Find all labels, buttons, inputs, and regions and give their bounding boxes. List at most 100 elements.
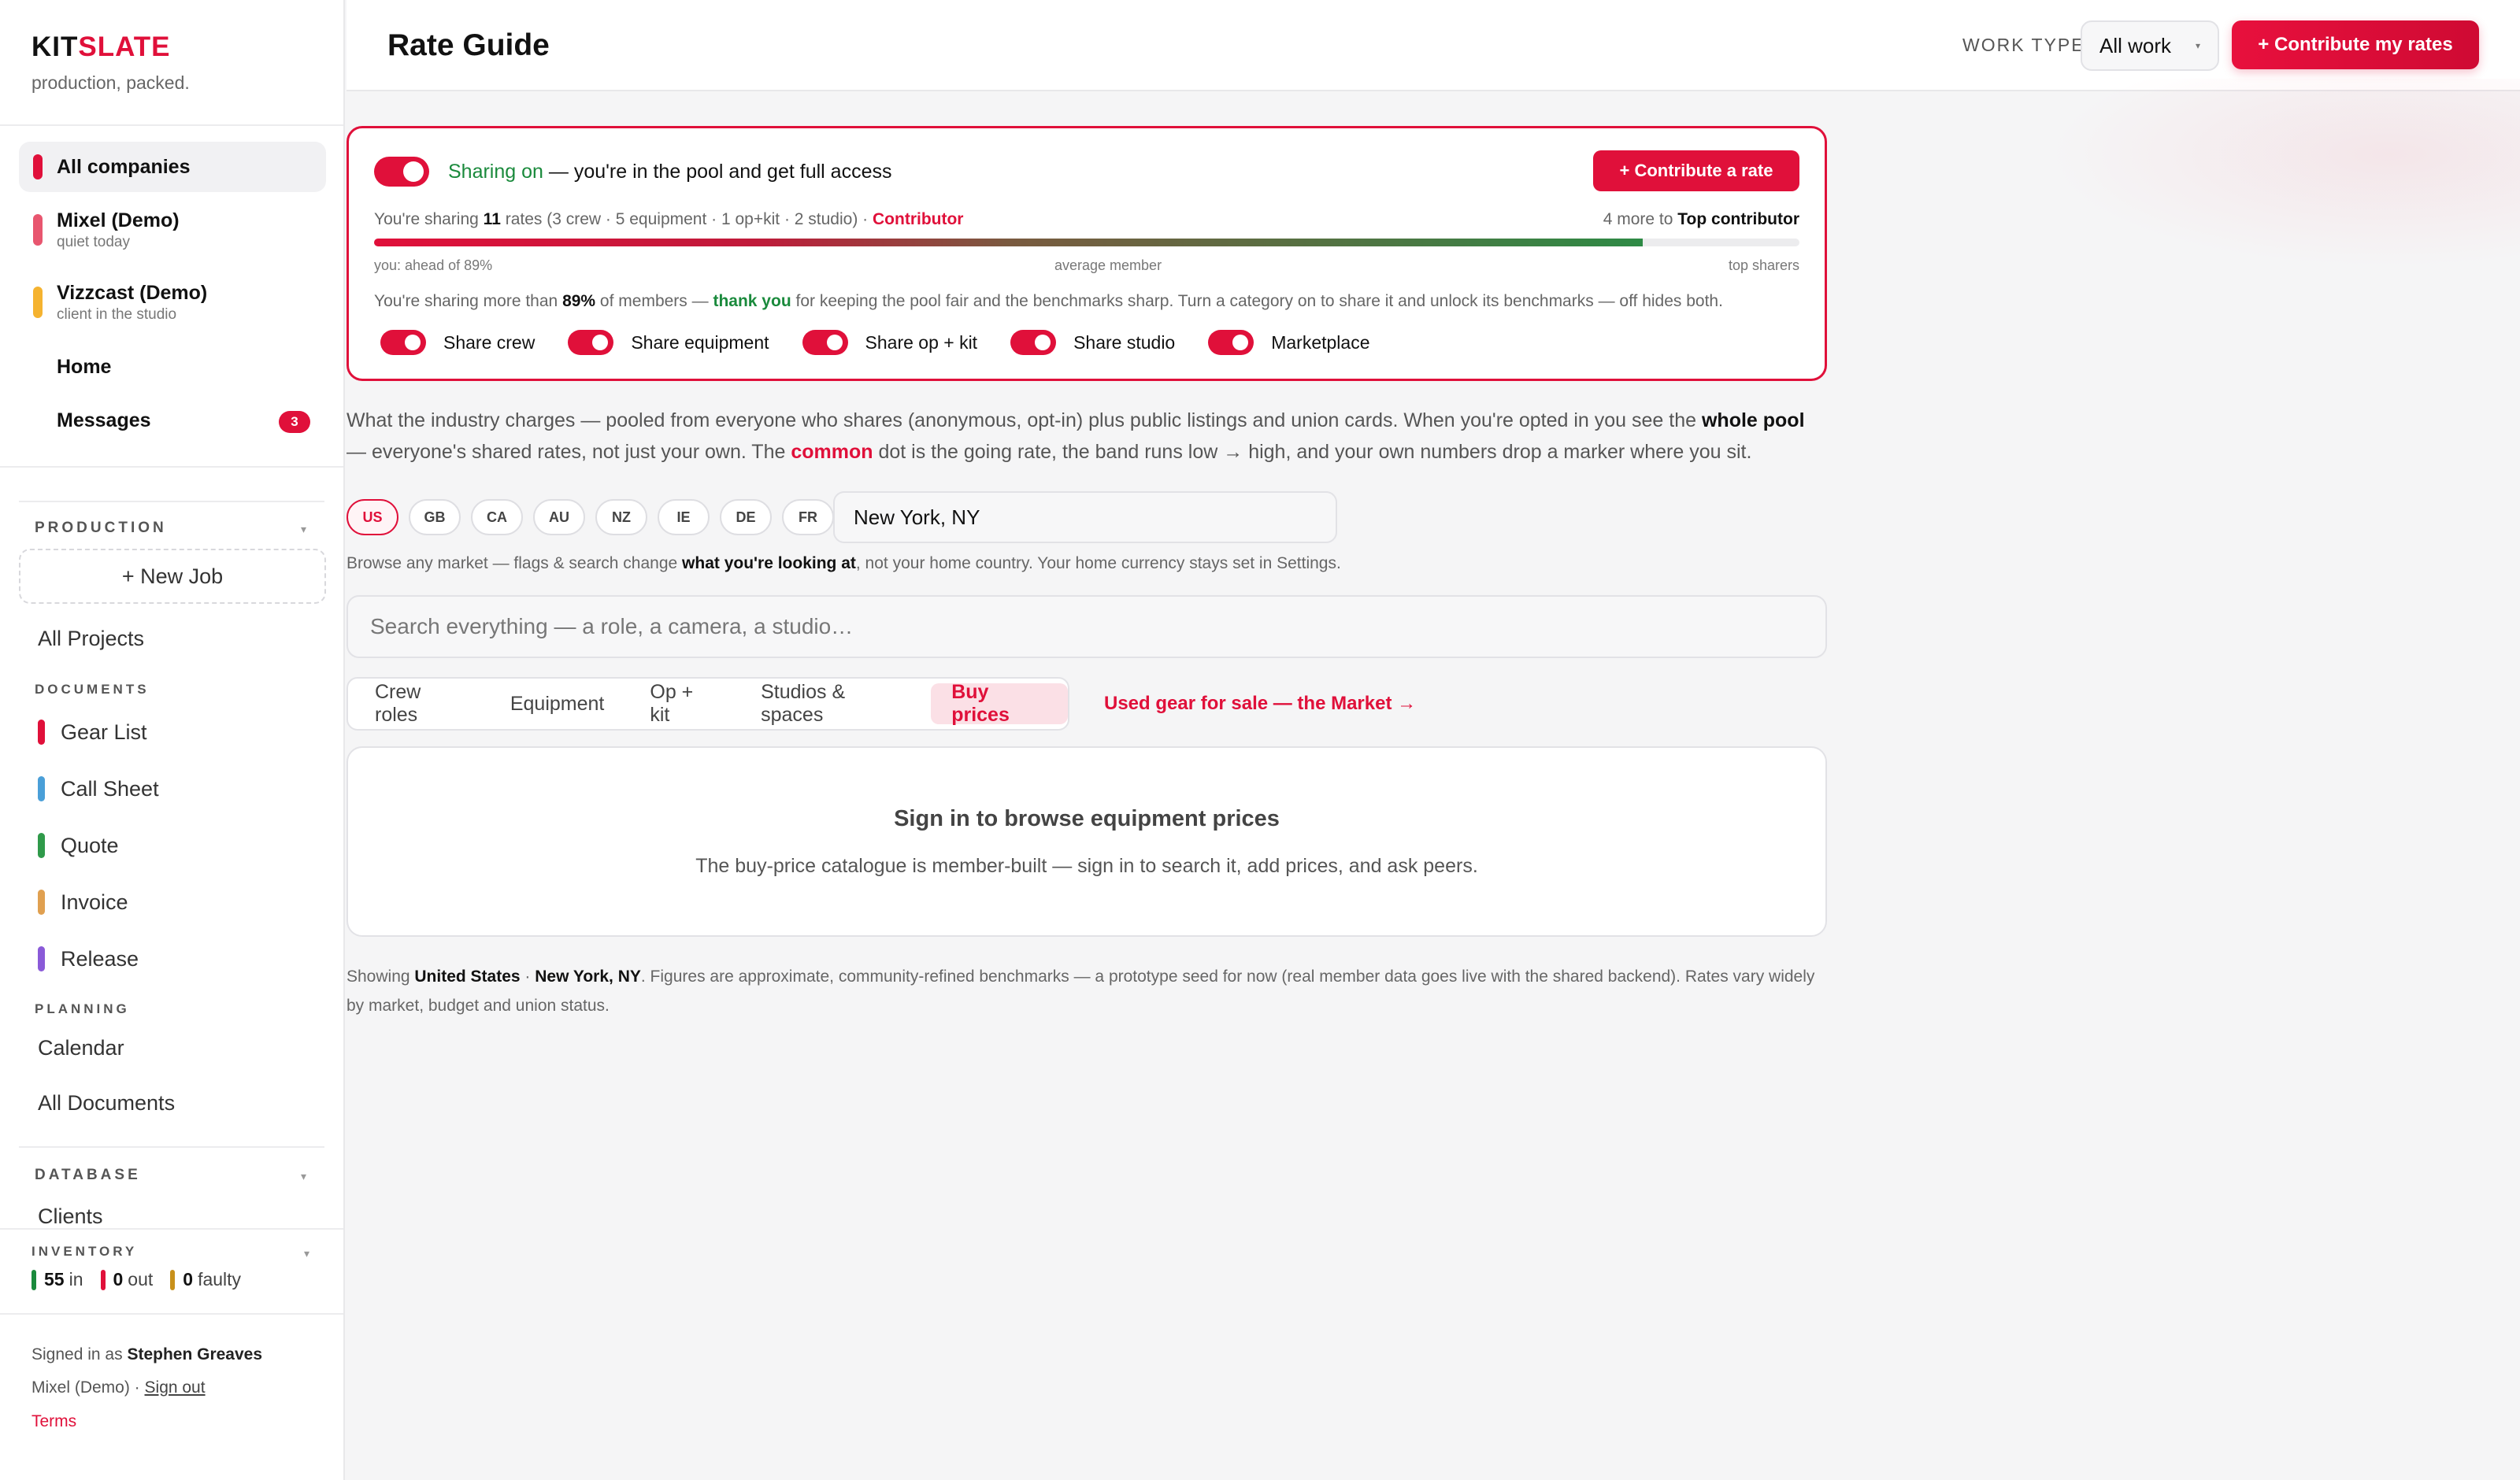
browse-note: Browse any market — flags & search chang… <box>346 554 1341 572</box>
divider <box>0 1313 343 1315</box>
section-database[interactable]: DATABASE <box>35 1167 141 1184</box>
footer-note: Showing United States · New York, NY. Fi… <box>346 968 1815 1015</box>
tab-studios-spaces[interactable]: Studios & spaces <box>740 681 926 726</box>
share-op-kit-toggle[interactable]: Share op + kit <box>802 330 977 355</box>
status-marker <box>100 1269 106 1290</box>
divider <box>19 1146 324 1148</box>
app-logo[interactable]: KITSLATE <box>32 31 190 63</box>
toggle-switch[interactable] <box>568 330 614 355</box>
city-input[interactable]: New York, NY <box>833 491 1337 543</box>
top-header: Rate Guide WORK TYPE All work ▾ + Contri… <box>346 0 2520 91</box>
marketplace-toggle[interactable]: Marketplace <box>1208 330 1370 355</box>
market-chip-fr[interactable]: FR <box>782 499 834 535</box>
inventory-out[interactable]: 0 out <box>100 1269 153 1290</box>
doc-color-marker <box>38 776 45 801</box>
nav-all-projects[interactable]: All Projects <box>38 627 144 651</box>
market-chip-de[interactable]: DE <box>720 499 772 535</box>
doc-gear-list[interactable]: Gear List <box>38 720 147 745</box>
nav-home[interactable]: Home <box>57 356 111 379</box>
sharing-toggle[interactable] <box>374 157 429 187</box>
tab-buy-prices[interactable]: Buy prices <box>931 681 1068 726</box>
contribution-progress-bar <box>374 239 1799 246</box>
progress-fill <box>374 239 1643 246</box>
sharing-note: You're sharing more than 89% of members … <box>374 292 1723 310</box>
toggle-switch[interactable] <box>380 330 426 355</box>
doc-call-sheet[interactable]: Call Sheet <box>38 776 159 801</box>
nav-clients[interactable]: Clients <box>38 1204 103 1229</box>
category-tabs: Crew roles Equipment Op + kit Studios & … <box>346 677 1069 731</box>
account-info: Signed in as Stephen Greaves Mixel (Demo… <box>32 1345 263 1397</box>
divider <box>0 466 343 468</box>
doc-release[interactable]: Release <box>38 946 139 971</box>
section-inventory[interactable]: INVENTORY <box>32 1244 137 1260</box>
brand: KITSLATE production, packed. <box>32 31 190 94</box>
doc-color-marker <box>38 946 45 971</box>
company-vizzcast[interactable]: Vizzcast (Demo) client in the studio <box>19 272 326 332</box>
status-marker <box>170 1269 176 1290</box>
toggle-switch[interactable] <box>802 330 848 355</box>
toggle-switch[interactable] <box>1010 330 1057 355</box>
chevron-down-icon[interactable]: ▾ <box>301 523 306 536</box>
user-name: Stephen Greaves <box>127 1345 263 1363</box>
share-crew-toggle[interactable]: Share crew <box>380 330 535 355</box>
page-title: Rate Guide <box>387 28 550 62</box>
doc-color-marker <box>38 720 45 745</box>
market-chips: US GB CA AU NZ IE DE FR <box>346 499 834 535</box>
doc-invoice[interactable]: Invoice <box>38 890 128 915</box>
section-documents: DOCUMENTS <box>35 682 150 697</box>
inventory-faulty[interactable]: 0 faulty <box>170 1269 241 1290</box>
doc-color-marker <box>38 833 45 858</box>
work-type-label: WORK TYPE <box>1962 35 2085 55</box>
divider <box>0 124 343 126</box>
market-chip-ie[interactable]: IE <box>658 499 710 535</box>
terms-link[interactable]: Terms <box>32 1412 76 1431</box>
messages-badge: 3 <box>279 411 310 433</box>
divider <box>0 1228 343 1230</box>
sharing-stats: You're sharing 11 rates (3 crew · 5 equi… <box>374 210 1799 228</box>
company-color-marker <box>33 287 43 318</box>
nav-calendar[interactable]: Calendar <box>38 1036 124 1060</box>
tab-equipment[interactable]: Equipment <box>490 683 625 724</box>
signin-card: Sign in to browse equipment prices The b… <box>346 746 1827 937</box>
new-job-button[interactable]: + New Job <box>19 549 326 604</box>
status-marker <box>32 1269 36 1290</box>
tab-op-kit[interactable]: Op + kit <box>629 681 736 726</box>
nav-all-documents[interactable]: All Documents <box>38 1091 175 1116</box>
market-chip-gb[interactable]: GB <box>409 499 461 535</box>
sign-out-link[interactable]: Sign out <box>145 1378 206 1397</box>
decorative-glow <box>2048 79 2520 268</box>
share-toggles: Share crew Share equipment Share op + ki… <box>380 330 1403 355</box>
section-planning: PLANNING <box>35 1001 130 1016</box>
tab-crew-roles[interactable]: Crew roles <box>354 681 485 726</box>
company-color-marker <box>33 154 43 179</box>
market-chip-us[interactable]: US <box>346 499 398 535</box>
company-color-marker <box>33 214 43 246</box>
inventory-in[interactable]: 55 in <box>32 1269 83 1290</box>
work-type-select[interactable]: All work ▾ <box>2081 20 2219 71</box>
chevron-down-icon[interactable]: ▾ <box>304 1247 309 1260</box>
doc-quote[interactable]: Quote <box>38 833 119 858</box>
chevron-down-icon[interactable]: ▾ <box>301 1170 306 1183</box>
signin-title: Sign in to browse equipment prices <box>894 806 1280 831</box>
sidebar: KITSLATE production, packed. All compani… <box>0 0 345 1480</box>
divider <box>19 501 324 502</box>
market-chip-nz[interactable]: NZ <box>595 499 647 535</box>
search-input[interactable]: Search everything — a role, a camera, a … <box>346 595 1827 658</box>
company-all[interactable]: All companies <box>19 142 326 192</box>
progress-label-top: top sharers <box>1728 257 1799 273</box>
market-link[interactable]: Used gear for sale — the Market → <box>1104 693 1416 715</box>
contribute-rate-button[interactable]: + Contribute a rate <box>1593 150 1799 191</box>
progress-label-avg: average member <box>1054 257 1162 273</box>
nav-messages[interactable]: Messages <box>57 409 151 432</box>
company-mixel[interactable]: Mixel (Demo) quiet today <box>19 200 326 260</box>
toggle-switch[interactable] <box>1208 330 1254 355</box>
progress-labels: you: ahead of 89% average member top sha… <box>374 257 1799 274</box>
share-equipment-toggle[interactable]: Share equipment <box>568 330 769 355</box>
market-chip-ca[interactable]: CA <box>471 499 523 535</box>
tier-label: Contributor <box>873 210 964 228</box>
share-studio-toggle[interactable]: Share studio <box>1010 330 1175 355</box>
market-chip-au[interactable]: AU <box>533 499 585 535</box>
section-production[interactable]: PRODUCTION <box>35 520 167 537</box>
inventory-summary: 55 in 0 out 0 faulty <box>32 1269 241 1290</box>
contribute-my-rates-button[interactable]: + Contribute my rates <box>2232 20 2479 69</box>
